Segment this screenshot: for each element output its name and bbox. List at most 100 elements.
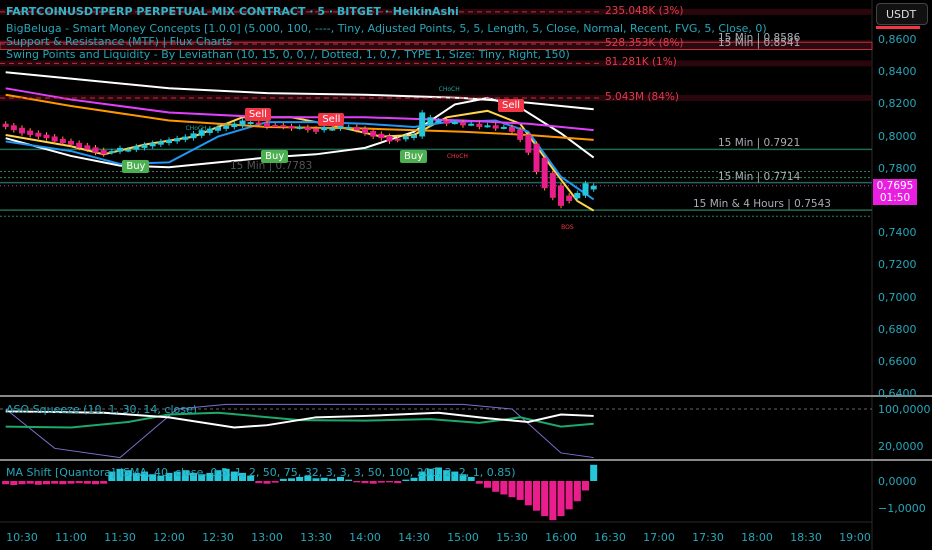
candle: [443, 120, 450, 124]
candle: [133, 146, 140, 150]
time-axis-tick: 14:30: [398, 531, 430, 544]
candle: [345, 126, 352, 129]
candle: [517, 129, 524, 140]
sr-level-label: 15 Min | 0.7714: [718, 170, 801, 183]
time-axis-tick: 18:30: [790, 531, 822, 544]
time-axis-tick: 15:30: [496, 531, 528, 544]
candle: [362, 128, 368, 134]
ma-shift-bar: [67, 481, 75, 484]
ma-shift-bar: [524, 481, 532, 506]
price-axis-tick: 0,6800: [878, 322, 917, 336]
candle: [313, 128, 319, 132]
candle: [231, 123, 238, 128]
time-axis-tick: 14:00: [349, 531, 381, 544]
candle: [541, 157, 548, 189]
buy-signal-tag: Buy: [122, 159, 150, 173]
current-price: 0,7695: [876, 180, 914, 192]
ma-shift-bar: [394, 481, 402, 484]
aso-axis-tick-20: 20,0000: [878, 440, 924, 453]
time-axis-tick: 17:00: [643, 531, 675, 544]
ma-shift-bar: [557, 481, 565, 517]
ma-shift-bar: [10, 481, 18, 486]
ma-shift-bar: [386, 481, 393, 483]
ma-shift-bar: [508, 481, 516, 498]
ma-shift-bar: [34, 481, 42, 485]
candle: [566, 195, 573, 201]
structure-label: BOS: [561, 224, 574, 232]
candle: [280, 125, 287, 128]
candle: [435, 120, 442, 123]
ma-shift-pane-label[interactable]: MA Shift [Quantora] (SMA, 40, close, 0.5…: [6, 466, 515, 479]
candle: [468, 123, 475, 126]
aso-axis-tick-100: 100,0000: [878, 403, 931, 416]
candle: [125, 149, 132, 152]
time-axis-tick: 13:00: [251, 531, 283, 544]
candle: [100, 150, 107, 155]
candle: [304, 127, 311, 131]
current-price-badge: 0,7695 01:50: [873, 179, 917, 205]
aso-pane-label[interactable]: ASO Squeeze (10, 1, 30, 14, close): [6, 403, 197, 416]
symbol-title[interactable]: FARTCOINUSDTPERP PERPETUAL MIX CONTRACT …: [6, 5, 459, 18]
price-axis-tick: 0,6600: [878, 355, 917, 368]
candle: [108, 151, 115, 154]
price-axis-tick: 0,8000: [878, 129, 917, 143]
sr-level-label: 15 Min & 4 Hours | 0.7543: [693, 198, 831, 211]
candle: [92, 147, 99, 153]
indicator-legend-sr[interactable]: Support & Resistance (MTF) | Flux Charts: [6, 35, 232, 48]
ma-shift-bar: [516, 481, 524, 500]
time-axis-tick: 16:30: [594, 531, 626, 544]
candle: [353, 126, 360, 131]
candle: [264, 123, 270, 127]
ma-shift-bar: [484, 481, 491, 488]
candle: [549, 172, 556, 198]
candle-countdown: 01:50: [879, 192, 911, 204]
candle: [402, 136, 409, 140]
indicator-legend-smc[interactable]: BigBeluga - Smart Money Concepts [1.0.0]…: [6, 22, 767, 35]
ma-shift-bar: [18, 481, 26, 485]
ma-shift-bar: [549, 481, 557, 521]
structure-label: CHoCH: [446, 152, 468, 160]
candle: [378, 133, 385, 139]
candle: [288, 126, 295, 129]
ma-shift-bar: [500, 481, 508, 495]
price-axis-tick: 0,8400: [878, 65, 917, 79]
candle: [166, 139, 172, 144]
ma-shift-bar: [345, 479, 353, 481]
candle: [492, 125, 499, 129]
candle: [215, 126, 221, 131]
price-axis-tick: 0,8200: [878, 97, 917, 111]
candle: [35, 132, 42, 137]
price-axis-tick: 0,7800: [878, 161, 917, 175]
liquidity-label: 81.281K (1%): [605, 56, 677, 69]
candle: [84, 145, 91, 150]
buy-signal-tag: Buy: [261, 149, 289, 163]
price-scale-marker: [876, 26, 920, 29]
ma-shift-bar: [59, 481, 67, 485]
price-axis-tick: 0,6400: [878, 387, 917, 401]
candle: [329, 128, 336, 131]
ma-shift-bar: [83, 481, 91, 484]
candle: [190, 133, 197, 139]
candle: [157, 141, 164, 145]
ma-shift-bar: [533, 481, 540, 511]
candle: [386, 135, 393, 142]
time-axis-tick: 11:00: [55, 531, 87, 544]
candle: [370, 130, 377, 137]
time-axis-tick: 12:30: [202, 531, 234, 544]
sr-level-label: 15 Min | 0.8541: [718, 37, 801, 50]
candle: [558, 185, 564, 206]
candle: [509, 126, 515, 132]
candle: [149, 143, 156, 147]
candle: [117, 147, 123, 152]
ma-shift-bar: [590, 464, 598, 481]
ma-shift-bar: [75, 481, 83, 484]
candle: [321, 126, 328, 131]
ma-shift-bar: [92, 481, 99, 485]
ma-shift-bar: [2, 481, 10, 485]
sell-signal-tag: Sell: [244, 108, 271, 122]
candle: [59, 138, 66, 144]
candle: [206, 128, 213, 133]
indicator-legend-swing[interactable]: Swing Points and Liquidity - By Leviatha…: [6, 48, 570, 61]
candle: [174, 138, 181, 142]
currency-button[interactable]: USDT: [876, 3, 928, 25]
